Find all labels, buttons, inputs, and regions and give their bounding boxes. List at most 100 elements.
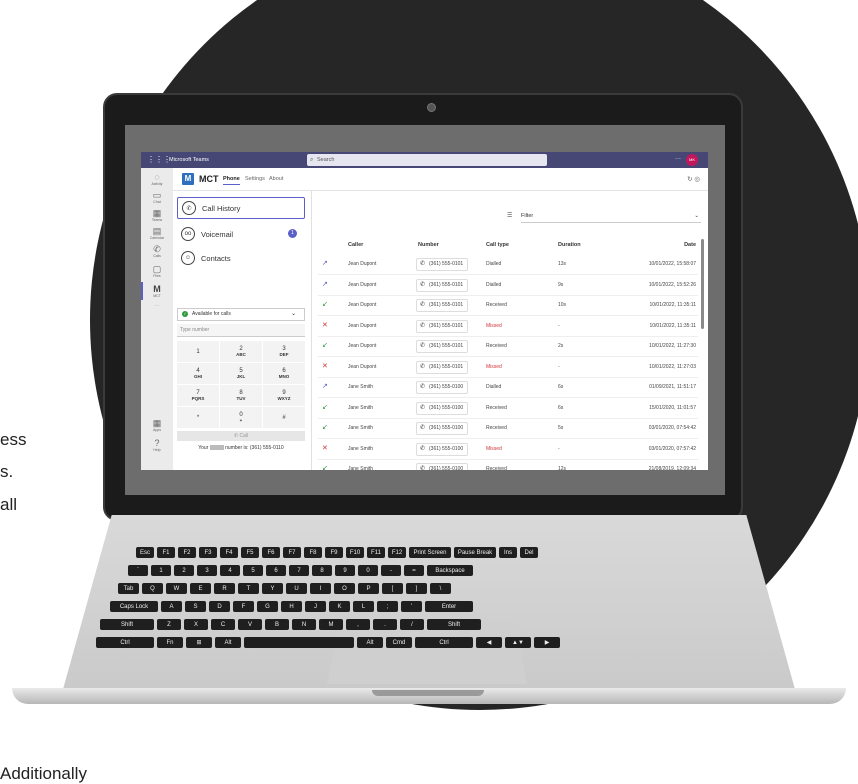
keyboard-key[interactable]: /	[400, 619, 424, 630]
keyboard-key[interactable]: S	[185, 601, 206, 612]
keyboard-key[interactable]: ▲▼	[505, 637, 531, 648]
keyboard-key[interactable]: =	[404, 565, 424, 576]
keyboard-key[interactable]: F	[233, 601, 254, 612]
app-launcher-icon[interactable]: ⋮⋮⋮	[147, 155, 171, 164]
rail-item-chat[interactable]: ▭ Chat	[141, 190, 173, 204]
keyboard-key[interactable]: L	[353, 601, 374, 612]
table-row[interactable]: ↗ Jean Dupont ✆ (361) 555-0101 Dialled 13s 10/…	[318, 254, 698, 275]
keyboard-key[interactable]: ⊞	[186, 637, 212, 648]
dial-key[interactable]: *	[177, 407, 219, 428]
keyboard-key[interactable]: \	[430, 583, 451, 594]
keyboard-key[interactable]: F4	[220, 547, 238, 558]
keyboard-key[interactable]: X	[184, 619, 208, 630]
keyboard-key[interactable]: 2	[174, 565, 194, 576]
table-row[interactable]: ↙ Jane Smith ✆ (361) 555-0100 Received 5s 03/0…	[318, 418, 698, 439]
dial-key[interactable]: 0 +	[220, 407, 262, 428]
dial-key[interactable]: #	[263, 407, 305, 428]
keyboard-key[interactable]: I	[310, 583, 331, 594]
number-pill[interactable]: ✆ (361) 555-0101	[416, 258, 469, 271]
table-row[interactable]: ↙ Jane Smith ✆ (361) 555-0100 Received 6s 15/0…	[318, 398, 698, 419]
keyboard-key[interactable]: Fn	[157, 637, 183, 648]
rail-item-apps[interactable]: ▦ Apps	[141, 418, 173, 432]
keyboard-key[interactable]: C	[211, 619, 235, 630]
keyboard-key[interactable]: P	[358, 583, 379, 594]
number-pill[interactable]: ✆ (361) 555-0101	[416, 278, 469, 292]
nav-voicemail[interactable]: oo Voicemail 1	[177, 223, 305, 245]
keyboard-key[interactable]: E	[190, 583, 211, 594]
keyboard-key[interactable]: 9	[335, 565, 355, 576]
keyboard-key[interactable]: O	[334, 583, 355, 594]
keyboard-key[interactable]: Tab	[118, 583, 139, 594]
number-pill[interactable]: ✆ (361) 555-0100	[416, 442, 469, 456]
number-pill[interactable]: ✆ (361) 555-0101	[416, 319, 469, 333]
keyboard-key[interactable]: 3	[197, 565, 217, 576]
keyboard-key[interactable]: Q	[142, 583, 163, 594]
refresh-icon[interactable]: ↻	[687, 176, 692, 183]
keyboard-key[interactable]: H	[281, 601, 302, 612]
keyboard-key[interactable]: Z	[157, 619, 181, 630]
dial-key[interactable]: 9 WXYZ	[263, 385, 305, 406]
keyboard-key[interactable]: F3	[199, 547, 217, 558]
more-options-icon[interactable]: ···	[675, 156, 681, 162]
dial-key[interactable]: 7 PQRS	[177, 385, 219, 406]
keyboard-key[interactable]: Pause Break	[454, 547, 496, 558]
keyboard-key[interactable]: F1	[157, 547, 175, 558]
keyboard-key[interactable]: J	[305, 601, 326, 612]
keyboard-key[interactable]: Alt	[357, 637, 383, 648]
dial-key[interactable]: 4 GHI	[177, 363, 219, 384]
keyboard-key[interactable]: Shift	[100, 619, 154, 630]
dial-key[interactable]: 6 MNO	[263, 363, 305, 384]
number-pill[interactable]: ✆ (361) 555-0100	[416, 422, 469, 435]
filter-dropdown[interactable]: ☰ Filter ⌄	[507, 210, 701, 223]
keyboard-key[interactable]: Backspace	[427, 565, 473, 576]
keyboard-key[interactable]: U	[286, 583, 307, 594]
keyboard-key[interactable]: ;	[377, 601, 398, 612]
rail-item-calendar[interactable]: ▤ Calendar	[141, 226, 173, 240]
keyboard-key[interactable]: 4	[220, 565, 240, 576]
headset-icon[interactable]: ◎	[694, 176, 700, 183]
rail-item-more[interactable]: ···	[141, 304, 173, 308]
keyboard-key[interactable]: Esc	[136, 547, 154, 558]
keyboard-key[interactable]: F7	[283, 547, 301, 558]
rail-item-phone[interactable]: ✆ Calls	[141, 244, 173, 258]
keyboard-key[interactable]: F2	[178, 547, 196, 558]
keyboard-key[interactable]: Shift	[427, 619, 481, 630]
number-pill[interactable]: ✆ (361) 555-0100	[416, 381, 469, 394]
table-row[interactable]: ↙ Jean Dupont ✆ (361) 555-0101 Received 2s 10/…	[318, 336, 698, 357]
scrollbar[interactable]	[701, 239, 704, 329]
keyboard-key[interactable]: ◀	[476, 637, 502, 648]
keyboard-key[interactable]: F11	[367, 547, 385, 558]
keyboard-key[interactable]: W	[166, 583, 187, 594]
keyboard-key[interactable]: Del	[520, 547, 538, 558]
call-button[interactable]: ✆ Call	[177, 431, 305, 441]
status-dropdown[interactable]: ✓ Available for calls ⌄	[177, 308, 305, 321]
keyboard-key[interactable]: N	[292, 619, 316, 630]
keyboard-key[interactable]: Print Screen	[409, 547, 451, 558]
keyboard-key[interactable]: ▶	[534, 637, 560, 648]
keyboard-key[interactable]: D	[209, 601, 230, 612]
dial-key[interactable]: 3 DEF	[263, 341, 305, 362]
keyboard-key[interactable]: [	[382, 583, 403, 594]
tab-phone[interactable]: Phone	[223, 176, 240, 185]
table-row[interactable]: ↗ Jane Smith ✆ (361) 555-0100 Dialled 6s 01/09…	[318, 377, 698, 398]
keyboard-key[interactable]: '	[401, 601, 422, 612]
number-input[interactable]: Type number	[177, 324, 305, 337]
table-row[interactable]: ✕ Jean Dupont ✆ (361) 555-0101 Missed - 10/01/…	[318, 316, 698, 337]
dial-key[interactable]: 1	[177, 341, 219, 362]
keyboard-key[interactable]: Alt	[215, 637, 241, 648]
keyboard-key[interactable]: F8	[304, 547, 322, 558]
keyboard-key[interactable]: A	[161, 601, 182, 612]
rail-item-help[interactable]: ? Help	[141, 438, 173, 452]
dial-key[interactable]: 5 JKL	[220, 363, 262, 384]
keyboard-key[interactable]: 8	[312, 565, 332, 576]
keyboard-key[interactable]: ,	[346, 619, 370, 630]
keyboard-key[interactable]: F12	[388, 547, 406, 558]
avatar[interactable]: MK	[686, 154, 698, 166]
nav-contacts[interactable]: ☺ Contacts	[177, 247, 305, 269]
keyboard-key[interactable]: F10	[346, 547, 364, 558]
dial-key[interactable]: 2 ABC	[220, 341, 262, 362]
keyboard-key[interactable]: `	[128, 565, 148, 576]
keyboard-key[interactable]: F5	[241, 547, 259, 558]
keyboard-key[interactable]: 0	[358, 565, 378, 576]
keyboard-key[interactable]: T	[238, 583, 259, 594]
